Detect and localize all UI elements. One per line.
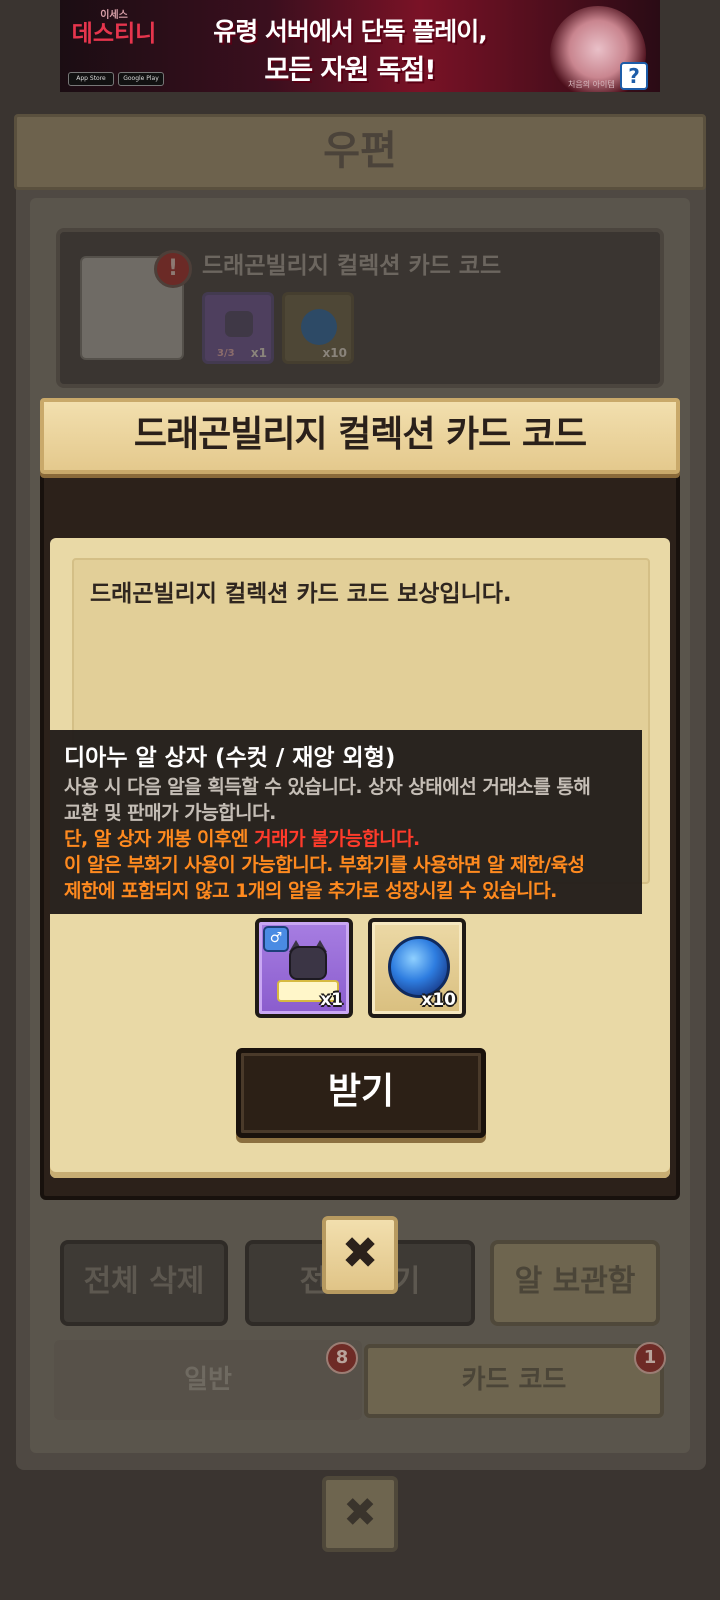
ad-banner[interactable]: 이세스 데스티니 App Store Google Play 유령 서버에서 단…: [60, 0, 660, 92]
receive-button[interactable]: 받기: [236, 1048, 486, 1138]
app-store-badge: App Store: [68, 72, 114, 86]
incubator-orb-icon: [301, 309, 337, 345]
close-icon: ✖: [343, 1490, 377, 1536]
tooltip-title: 디아누 알 상자 (수컷 / 재앙 외형): [64, 745, 396, 771]
tooltip-warning-highlight: 거래가 불가능합니다.: [254, 828, 420, 850]
tooltip-warning-prefix: 단, 알 상자 개봉 이후엔: [64, 828, 255, 850]
close-icon: ✖: [341, 1228, 379, 1279]
ad-headline-1: 유령 서버에서 단독 플레이,: [213, 17, 488, 46]
tooltip-warning-line: 단, 알 상자 개봉 이후엔 거래가 불가능합니다.: [64, 826, 628, 852]
tab-general[interactable]: 일반: [54, 1340, 362, 1420]
mailbox-title: 우편: [14, 114, 706, 190]
male-icon: ♂: [263, 926, 289, 952]
egg-storage-button[interactable]: 알 보관함: [490, 1240, 660, 1326]
tab-card-code[interactable]: 카드 코드: [364, 1344, 664, 1418]
warning-icon: !: [154, 250, 192, 288]
general-count-badge: 8: [326, 1342, 358, 1374]
tooltip-line: 교환 및 판매가 가능합니다.: [64, 802, 276, 824]
incubator-orb-icon: [388, 936, 450, 998]
reward-item-incubator[interactable]: x10: [368, 918, 466, 1018]
reward-count: x10: [322, 346, 347, 360]
ad-headline-2: 모든 자원 독점!: [264, 55, 436, 86]
reward-count: x1: [250, 346, 267, 360]
tooltip-line: 이 알은 부화기 사용이 가능합니다. 부화기를 사용하면 알 제한/육성: [64, 854, 585, 876]
mail-reward-incubator: x10: [282, 292, 354, 364]
egg-box-icon: [289, 946, 327, 980]
reward-count: x10: [421, 990, 456, 1010]
ad-small-text: 처음의 아이템: [568, 80, 615, 89]
reward-item-egg-box[interactable]: ♂ x1: [255, 918, 353, 1018]
reward-count: x1: [320, 990, 343, 1010]
tooltip-line: 사용 시 다음 알을 획득할 수 있습니다. 상자 상태에선 거래소를 통해: [64, 776, 591, 798]
tooltip-line: 제한에 포함되지 않고 1개의 알을 추가로 성장시킬 수 있습니다.: [64, 880, 557, 902]
mailbox-close-button[interactable]: ✖: [322, 1476, 398, 1552]
card-code-count-badge: 1: [634, 1342, 666, 1374]
popup-title-bar: 드래곤빌리지 컬렉션 카드 코드: [40, 398, 680, 474]
mail-reward-egg-box: 3/3 x1: [202, 292, 274, 364]
popup-close-button[interactable]: ✖: [322, 1216, 398, 1294]
ad-logo: 이세스 데스티니: [68, 10, 160, 66]
google-play-badge: Google Play: [118, 72, 164, 86]
reward-fraction: 3/3: [217, 348, 235, 359]
popup-title: 드래곤빌리지 컬렉션 카드 코드: [133, 414, 587, 455]
delete-all-button[interactable]: 전체 삭제: [60, 1240, 228, 1326]
mail-subject: 드래곤빌리지 컬렉션 카드 코드: [202, 253, 502, 279]
egg-box-icon: [225, 311, 253, 337]
help-icon[interactable]: ?: [620, 62, 648, 90]
popup-message: 드래곤빌리지 컬렉션 카드 코드 보상입니다.: [90, 581, 512, 607]
item-tooltip: 디아누 알 상자 (수컷 / 재앙 외형) 사용 시 다음 알을 획득할 수 있…: [50, 730, 642, 914]
ad-logo-text: 데스티니: [71, 20, 157, 47]
